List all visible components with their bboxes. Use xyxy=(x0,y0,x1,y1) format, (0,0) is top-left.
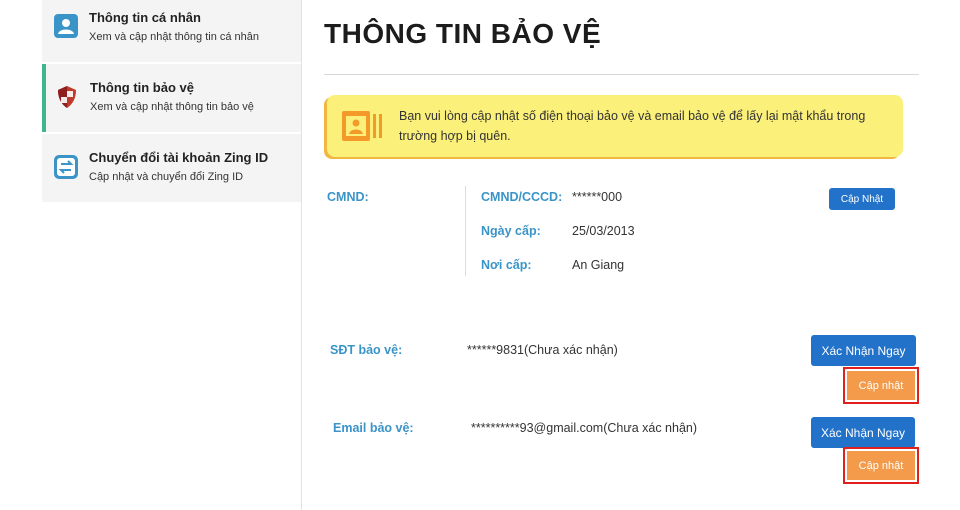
phone-value: ******9831(Chưa xác nhận) xyxy=(467,343,618,357)
phone-update-highlight: Cập nhật xyxy=(843,367,919,404)
sidebar-item-title: Thông tin cá nhân xyxy=(89,10,201,25)
phone-label: SĐT bảo vệ: xyxy=(330,343,403,357)
issue-date-label: Ngày cấp: xyxy=(481,224,541,238)
notice-banner: Bạn vui lòng cập nhật số điện thoại bảo … xyxy=(327,95,903,157)
swap-icon xyxy=(54,155,78,179)
user-card-icon xyxy=(54,14,78,38)
phone-update-button[interactable]: Cập nhật xyxy=(847,371,915,400)
page-title: THÔNG TIN BẢO VỆ xyxy=(324,18,602,49)
issue-place-value: An Giang xyxy=(572,258,625,272)
cmnd-id-value: ******000 xyxy=(572,190,623,204)
sidebar-item-title: Chuyển đổi tài khoản Zing ID xyxy=(89,150,269,165)
email-label: Email bảo vệ: xyxy=(333,421,414,435)
sidebar-item-title: Thông tin bảo vệ xyxy=(90,80,194,95)
email-verify-button[interactable]: Xác Nhận Ngay xyxy=(811,417,915,448)
email-update-button[interactable]: Cập nhật xyxy=(847,451,915,480)
cmnd-update-button[interactable]: Cập Nhật xyxy=(829,188,895,210)
issue-date-value: 25/03/2013 xyxy=(572,224,635,238)
email-update-highlight: Cập nhật xyxy=(843,447,919,484)
sidebar-item-subtitle: Cập nhật và chuyển đổi Zing ID xyxy=(89,171,244,183)
content-divider xyxy=(301,0,302,510)
contact-card-icon xyxy=(342,111,382,141)
sidebar-item-security-info[interactable]: Thông tin bảo vệ Xem và cập nhật thông t… xyxy=(42,64,301,132)
sidebar-item-personal-info[interactable]: Thông tin cá nhân Xem và cập nhật thông … xyxy=(42,0,301,62)
cmnd-divider xyxy=(465,186,466,276)
sidebar-item-subtitle: Xem và cập nhật thông tin cá nhân xyxy=(89,31,260,43)
email-value: **********93@gmail.com(Chưa xác nhận) xyxy=(471,421,698,435)
active-indicator xyxy=(42,64,46,132)
cmnd-id-label: CMND/CCCD: xyxy=(481,190,563,204)
sidebar: Thông tin cá nhân Xem và cập nhật thông … xyxy=(42,0,301,202)
shield-icon xyxy=(58,86,76,108)
issue-place-label: Nơi cấp: xyxy=(481,258,532,272)
sidebar-item-subtitle: Xem và cập nhật thông tin bảo vệ xyxy=(90,101,254,113)
cmnd-label: CMND: xyxy=(327,190,369,204)
phone-verify-button[interactable]: Xác Nhận Ngay xyxy=(811,335,916,366)
notice-text: Bạn vui lòng cập nhật số điện thoại bảo … xyxy=(399,109,866,143)
sidebar-item-convert-zing-id[interactable]: Chuyển đổi tài khoản Zing ID Cập nhật và… xyxy=(42,134,301,202)
title-divider xyxy=(324,74,919,75)
